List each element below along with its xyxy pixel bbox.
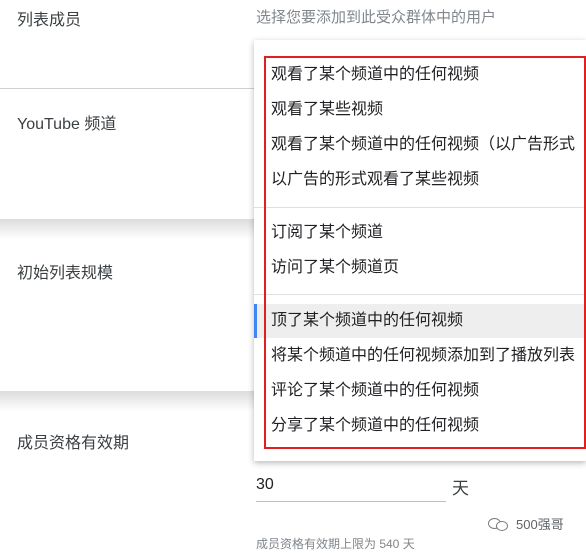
membership-duration-input[interactable]: 30 [256, 470, 446, 502]
menu-item-watched-certain-videos-as-ad[interactable]: 以广告的形式观看了某些视频 [254, 163, 586, 197]
list-members-hint: 选择您要添加到此受众群体中的用户 [256, 9, 497, 26]
menu-divider [254, 294, 586, 295]
section-shadow [0, 219, 256, 239]
menu-item-watched-any-channel-video-as-ad[interactable]: 观看了某个频道中的任何视频（以广告形式 [254, 128, 586, 162]
watermark-text: 500强哥 [516, 517, 564, 532]
youtube-channel-label: YouTube 频道 [17, 116, 117, 133]
watermark: 500强哥 [488, 514, 564, 533]
menu-item-liked-any-channel-video[interactable]: 顶了某个频道中的任何视频 [254, 304, 586, 338]
menu-item-watched-any-channel-video[interactable]: 观看了某个频道中的任何视频 [254, 58, 586, 92]
row-divider [0, 88, 256, 89]
membership-duration-label: 成员资格有效期 [17, 435, 130, 452]
duration-unit-label: 天 [452, 479, 469, 498]
menu-item-added-video-to-playlist[interactable]: 将某个频道中的任何视频添加到了播放列表 [254, 339, 586, 373]
menu-item-shared-any-channel-video[interactable]: 分享了某个频道中的任何视频 [254, 409, 586, 443]
menu-divider [254, 207, 586, 208]
list-members-dropdown[interactable]: 观看了某个频道中的任何视频 观看了某些视频 观看了某个频道中的任何视频（以广告形… [254, 40, 586, 461]
initial-list-size-label: 初始列表规模 [17, 265, 114, 282]
wechat-icon [488, 516, 510, 532]
menu-item-subscribed-channel[interactable]: 订阅了某个频道 [254, 216, 586, 250]
duration-limit-note: 成员资格有效期上限为 540 天 [256, 537, 415, 551]
menu-item-watched-certain-videos[interactable]: 观看了某些视频 [254, 93, 586, 127]
menu-item-visited-channel-page[interactable]: 访问了某个频道页 [254, 251, 586, 285]
list-members-label: 列表成员 [17, 12, 82, 29]
section-shadow [0, 391, 256, 411]
menu-item-commented-any-channel-video[interactable]: 评论了某个频道中的任何视频 [254, 374, 586, 408]
